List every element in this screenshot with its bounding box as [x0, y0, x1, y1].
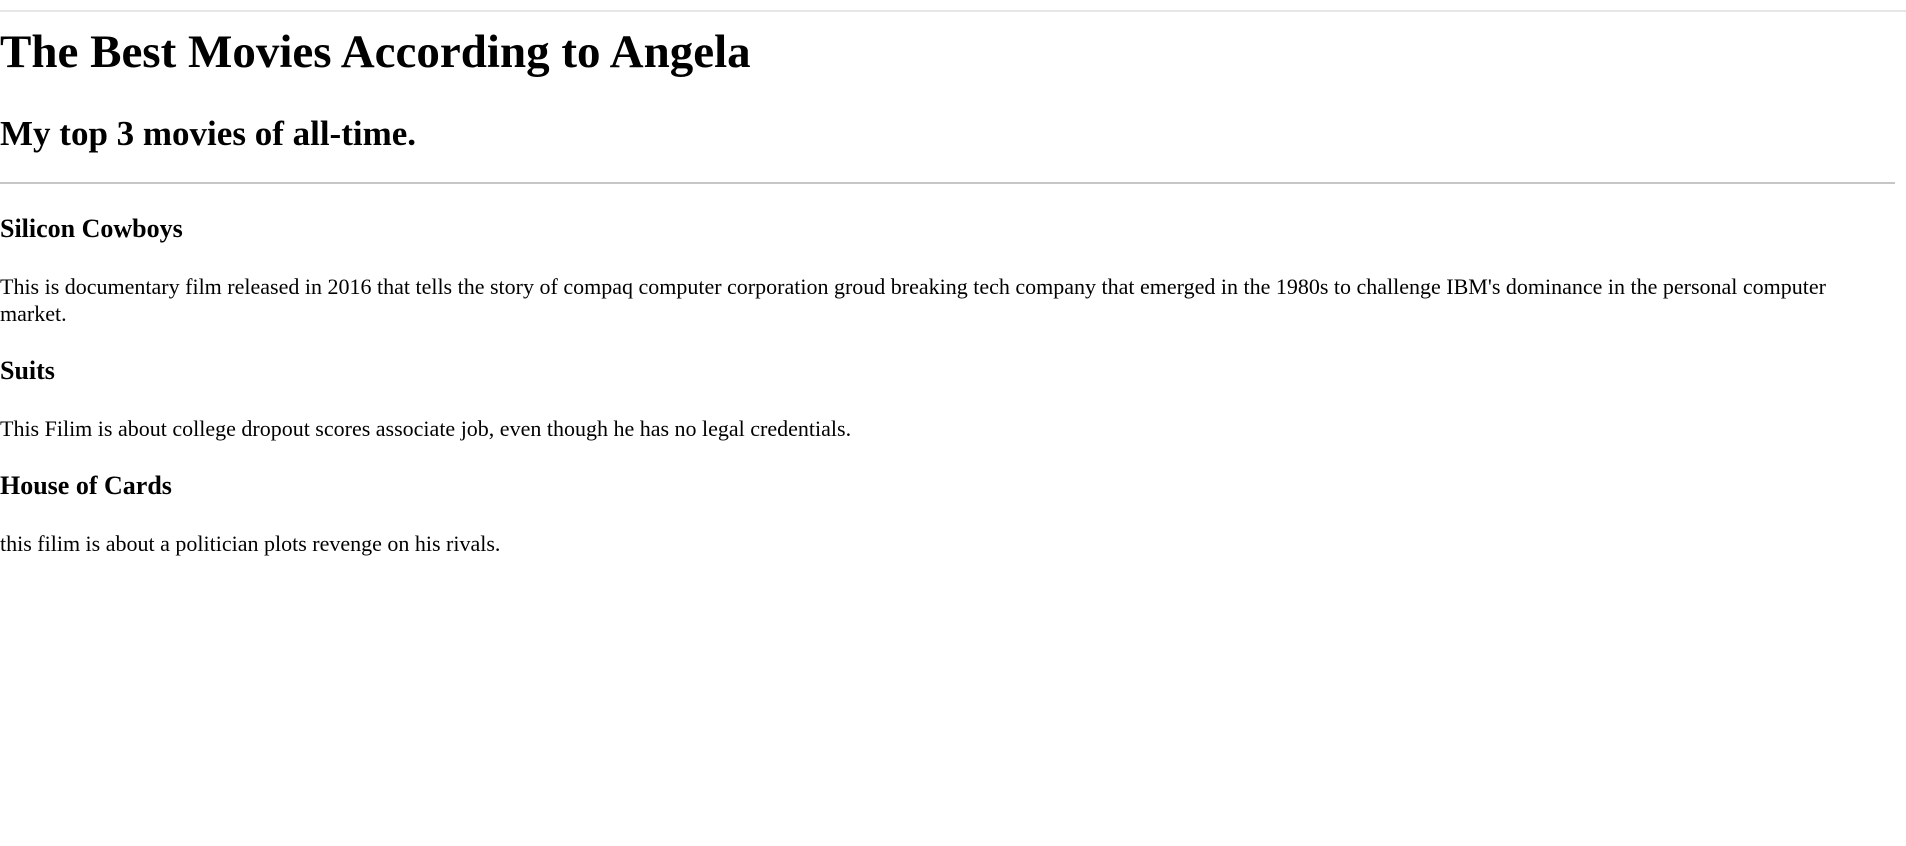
movie-title-suits: Suits — [0, 356, 55, 385]
movie-description-house-of-cards: this filim is about a politician plots r… — [0, 531, 501, 556]
page-title: The Best Movies According to Angela — [0, 26, 751, 78]
movie-description-silicon-cowboys: This is documentary film released in 201… — [0, 274, 1826, 326]
top-border-line — [0, 10, 1906, 12]
movie-title-silicon-cowboys: Silicon Cowboys — [0, 214, 183, 243]
page-subtitle: My top 3 movies of all-time. — [0, 114, 417, 153]
movie-description-suits: This Filim is about college dropout scor… — [0, 416, 852, 441]
horizontal-divider — [0, 182, 1895, 184]
movie-title-house-of-cards: House of Cards — [0, 471, 172, 500]
